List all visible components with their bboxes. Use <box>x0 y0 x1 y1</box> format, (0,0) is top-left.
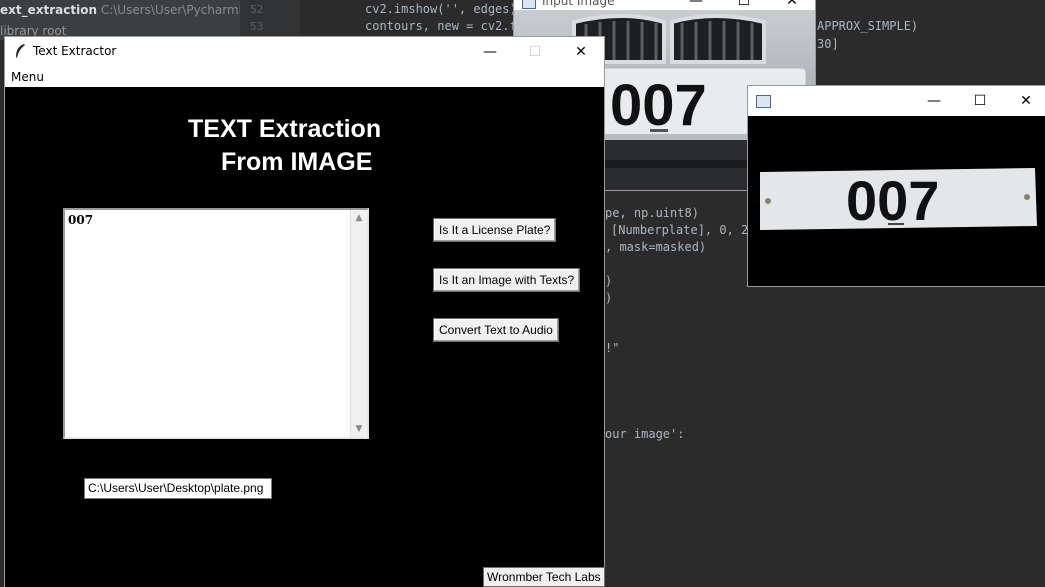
code-line[interactable]: APPROX_SIMPLE) <box>817 19 918 33</box>
menu-bar: Menu <box>5 67 604 87</box>
scroll-up-icon[interactable]: ▲ <box>351 210 367 226</box>
code-line[interactable]: cv2.imshow('', edges) <box>365 2 517 16</box>
text-extractor-titlebar[interactable]: Text Extractor — ☐ ✕ <box>5 37 604 67</box>
project-name: ext_extraction <box>0 3 97 17</box>
plate-text: 007 <box>610 73 707 138</box>
menu-item[interactable]: Menu <box>11 70 44 84</box>
minimize-icon[interactable]: — <box>467 37 513 67</box>
heading-line-2: From IMAGE <box>221 148 373 176</box>
line-number: 53 <box>250 20 264 33</box>
cropped-plate-image: 007 <box>748 116 1045 286</box>
project-panel: ext_extraction C:\Users\User\PycharmProj… <box>0 0 275 40</box>
cropped-plate-titlebar[interactable]: — ☐ ✕ <box>748 86 1045 116</box>
text-to-audio-button[interactable]: Convert Text to Audio <box>433 318 559 342</box>
window-title: Input Image <box>542 0 615 8</box>
close-icon[interactable]: ✕ <box>558 37 604 67</box>
image-with-texts-button[interactable]: Is It an Image with Texts? <box>433 268 581 292</box>
project-title[interactable]: ext_extraction C:\Users\User\PycharmProj… <box>0 3 275 17</box>
code-line[interactable]: our image': <box>605 427 684 441</box>
code-line[interactable]: 30] <box>817 37 839 51</box>
credit-label: Wronmber Tech Labs <box>483 567 605 587</box>
license-plate-button[interactable]: Is It a License Plate? <box>433 218 557 242</box>
window-title: Text Extractor <box>33 44 117 58</box>
feather-icon <box>16 44 25 58</box>
code-line[interactable]: pe, np.uint8) <box>605 206 699 220</box>
code-line[interactable]: !" <box>605 341 619 355</box>
window-icon <box>756 95 771 108</box>
code-line[interactable]: contours, new = cv2.f <box>365 19 517 33</box>
library-root-label: library root <box>0 24 67 38</box>
line-number: 52 <box>250 3 264 16</box>
file-path-field[interactable]: C:\Users\User\Desktop\plate.png <box>84 478 272 499</box>
maximize-icon[interactable]: ☐ <box>957 86 1003 116</box>
code-line[interactable]: , mask=masked) <box>605 240 706 254</box>
cropped-plate-text: 007 <box>846 169 939 232</box>
code-line[interactable]: ) <box>605 291 612 305</box>
code-text: cv2.imshow('', edges) <box>365 2 517 16</box>
minimize-icon[interactable]: — <box>911 86 957 116</box>
app-canvas: TEXT Extraction From IMAGE 007 ▲ ▼ Is It… <box>5 87 605 587</box>
scroll-down-icon[interactable]: ▼ <box>351 421 367 437</box>
maximize-icon: ☐ <box>528 44 542 60</box>
input-image-titlebar[interactable]: Input Image — ☐ ✕ <box>514 0 815 10</box>
text-scrollbar[interactable]: ▲ ▼ <box>350 210 367 437</box>
close-icon[interactable]: ✕ <box>1003 86 1045 116</box>
code-line[interactable]: ) <box>605 274 612 288</box>
heading-line-1: TEXT Extraction <box>188 115 382 143</box>
window-icon <box>522 0 536 9</box>
code-text: contours, new = cv2.f <box>365 19 517 33</box>
code-line[interactable]: [Numberplate], 0, 25 <box>611 223 756 237</box>
text-extractor-window[interactable]: Text Extractor — ☐ ✕ Menu TEXT Extractio… <box>5 37 605 587</box>
extracted-text: 007 <box>68 213 94 227</box>
cropped-plate-window[interactable]: — ☐ ✕ 007 <box>748 86 1045 286</box>
extracted-text-box[interactable]: 007 ▲ ▼ <box>63 208 369 439</box>
